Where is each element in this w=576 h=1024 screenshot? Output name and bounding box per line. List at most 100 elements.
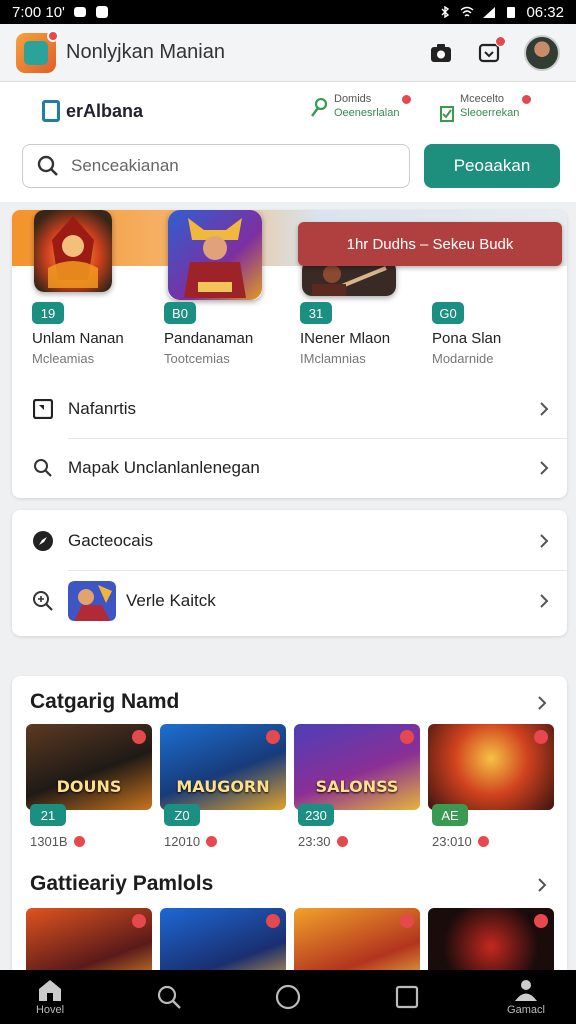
tile-meta: 23:30: [298, 834, 348, 849]
bluetooth-icon: [441, 6, 450, 18]
game-tile-image: DOUNS: [26, 724, 152, 810]
game-subtitle: Modarnide: [432, 351, 494, 366]
brand[interactable]: erAlbana: [42, 100, 143, 122]
nav-search[interactable]: [139, 970, 199, 1024]
new-badge: [534, 730, 548, 744]
game-tile[interactable]: DOUNS 21 1301B: [26, 724, 152, 849]
notification-button[interactable]: [476, 35, 506, 66]
game-name: Pandanaman: [164, 330, 254, 347]
tile-badge: 21: [30, 804, 66, 826]
tile-caption: MAUGORN: [176, 777, 270, 796]
divider: [68, 570, 567, 571]
chevron-right-icon: [540, 461, 549, 475]
game-tile[interactable]: [26, 908, 152, 976]
nav-recents[interactable]: [377, 970, 437, 1024]
tile-caption: SALONSS: [315, 777, 399, 796]
new-badge: [132, 730, 146, 744]
game-subtitle: IMclamnias: [300, 351, 366, 366]
featured-card: 19 Unlam Nanan Mcleamias B0 Pandanaman T…: [12, 210, 567, 498]
section-title[interactable]: Catgarig Namd: [30, 690, 179, 714]
menu-row[interactable]: Nafanrtis: [12, 380, 567, 438]
cloud-icon: [73, 7, 86, 17]
compass-icon: [33, 531, 53, 551]
nav-profile[interactable]: Gamacl: [496, 970, 556, 1024]
game-badge: 31: [300, 302, 332, 324]
quick-link-2-top: Mcecelto: [460, 93, 505, 105]
battery-icon: [507, 7, 516, 18]
nav-home[interactable]: Hovel: [20, 970, 80, 1024]
tile-meta: 1301B: [30, 834, 85, 849]
bookmark-icon: [33, 399, 53, 419]
menu-row[interactable]: Verle Kaitck: [12, 572, 567, 630]
game-thumbnail: [168, 210, 262, 300]
new-badge: [266, 730, 280, 744]
tile-meta: 12010: [164, 834, 218, 849]
nav-home-button[interactable]: [258, 970, 318, 1024]
tile-meta: 23:010: [432, 834, 489, 849]
chevron-right-icon: [540, 402, 549, 416]
quick-link-2[interactable]: Mcecelto Sleoerrekan: [440, 92, 533, 122]
menu-row-label: Gacteocais: [68, 531, 154, 550]
meta-dot: [336, 836, 348, 847]
game-tile[interactable]: MAUGORN Z0 12010: [160, 724, 286, 849]
wifi-icon: [461, 6, 474, 17]
menu-row[interactable]: Mapak Unclanlanlenegan: [12, 439, 567, 497]
circle-icon: [275, 984, 301, 1010]
tile-caption: DOUNS: [56, 777, 122, 796]
game-name: INener Mlaon: [300, 330, 391, 347]
app-bar: Nonlyjkan Manian: [0, 24, 576, 82]
chevron-right-icon[interactable]: [535, 696, 549, 710]
game-tile-image: MAUGORN: [160, 724, 286, 810]
quick-link-1[interactable]: Domids Oeenesrlalan: [310, 92, 413, 120]
tile-meta-text: 23:010: [432, 834, 472, 849]
game-name: Pona Slan: [432, 330, 502, 347]
tile-meta-text: 23:30: [298, 834, 331, 849]
search-button[interactable]: Peoaakan: [424, 144, 560, 188]
game-tile[interactable]: [428, 908, 554, 976]
game-tile[interactable]: [294, 908, 420, 976]
game-tile[interactable]: SALONSS 230 23:30: [294, 724, 420, 849]
promo-button[interactable]: 1hr Dudhs – Sekeu Budk: [298, 222, 562, 266]
game-badge: B0: [164, 302, 196, 324]
quick-link-1-badge: [401, 94, 413, 105]
quick-link-2-bottom: Sleoerrekan: [460, 107, 520, 119]
game-tile-image: [428, 724, 554, 810]
square-icon: [395, 985, 419, 1009]
nav-profile-label: Gamacl: [507, 1004, 545, 1016]
chevron-right-icon[interactable]: [535, 878, 549, 892]
quick-link-2-badge: [521, 94, 533, 105]
profile-icon: [515, 980, 537, 1001]
game-subtitle: Mcleamias: [32, 351, 95, 366]
search-input[interactable]: [71, 156, 391, 176]
game-tile[interactable]: AE 23:010: [428, 724, 554, 849]
meta-dot: [73, 836, 85, 847]
tile-badge: Z0: [164, 804, 200, 826]
app-title: Nonlyjkan Manian: [66, 41, 225, 63]
new-badge: [400, 914, 414, 928]
meta-dot: [477, 836, 489, 847]
game-tile[interactable]: [160, 908, 286, 976]
search-icon: [34, 459, 52, 477]
tile-badge: AE: [432, 804, 468, 826]
check-icon: [440, 106, 454, 122]
game-tile-image: SALONSS: [294, 724, 420, 810]
key-icon: [311, 98, 328, 117]
search-box: [22, 144, 410, 188]
status-time-left: 7:00 10': [12, 3, 65, 21]
menu-row-label: Mapak Unclanlanlenegan: [68, 458, 260, 477]
camera-button[interactable]: [428, 40, 454, 66]
game-thumbnail: [34, 210, 112, 292]
tile-badge: 230: [298, 804, 334, 826]
game-subtitle: Tootcemias: [164, 351, 230, 366]
status-bar: 7:00 10' 06:32: [0, 0, 576, 24]
menu-row[interactable]: Gacteocais: [12, 512, 567, 570]
section-title[interactable]: Gattieariy Pamlols: [30, 872, 213, 896]
notification-badge: [495, 35, 506, 47]
app-icon: [95, 6, 108, 18]
app-logo[interactable]: [16, 29, 59, 73]
search-icon: [157, 985, 181, 1009]
tile-meta-text: 1301B: [30, 834, 68, 849]
camera-icon: [431, 43, 451, 62]
avatar[interactable]: [524, 34, 560, 71]
game-badge: G0: [432, 302, 464, 324]
